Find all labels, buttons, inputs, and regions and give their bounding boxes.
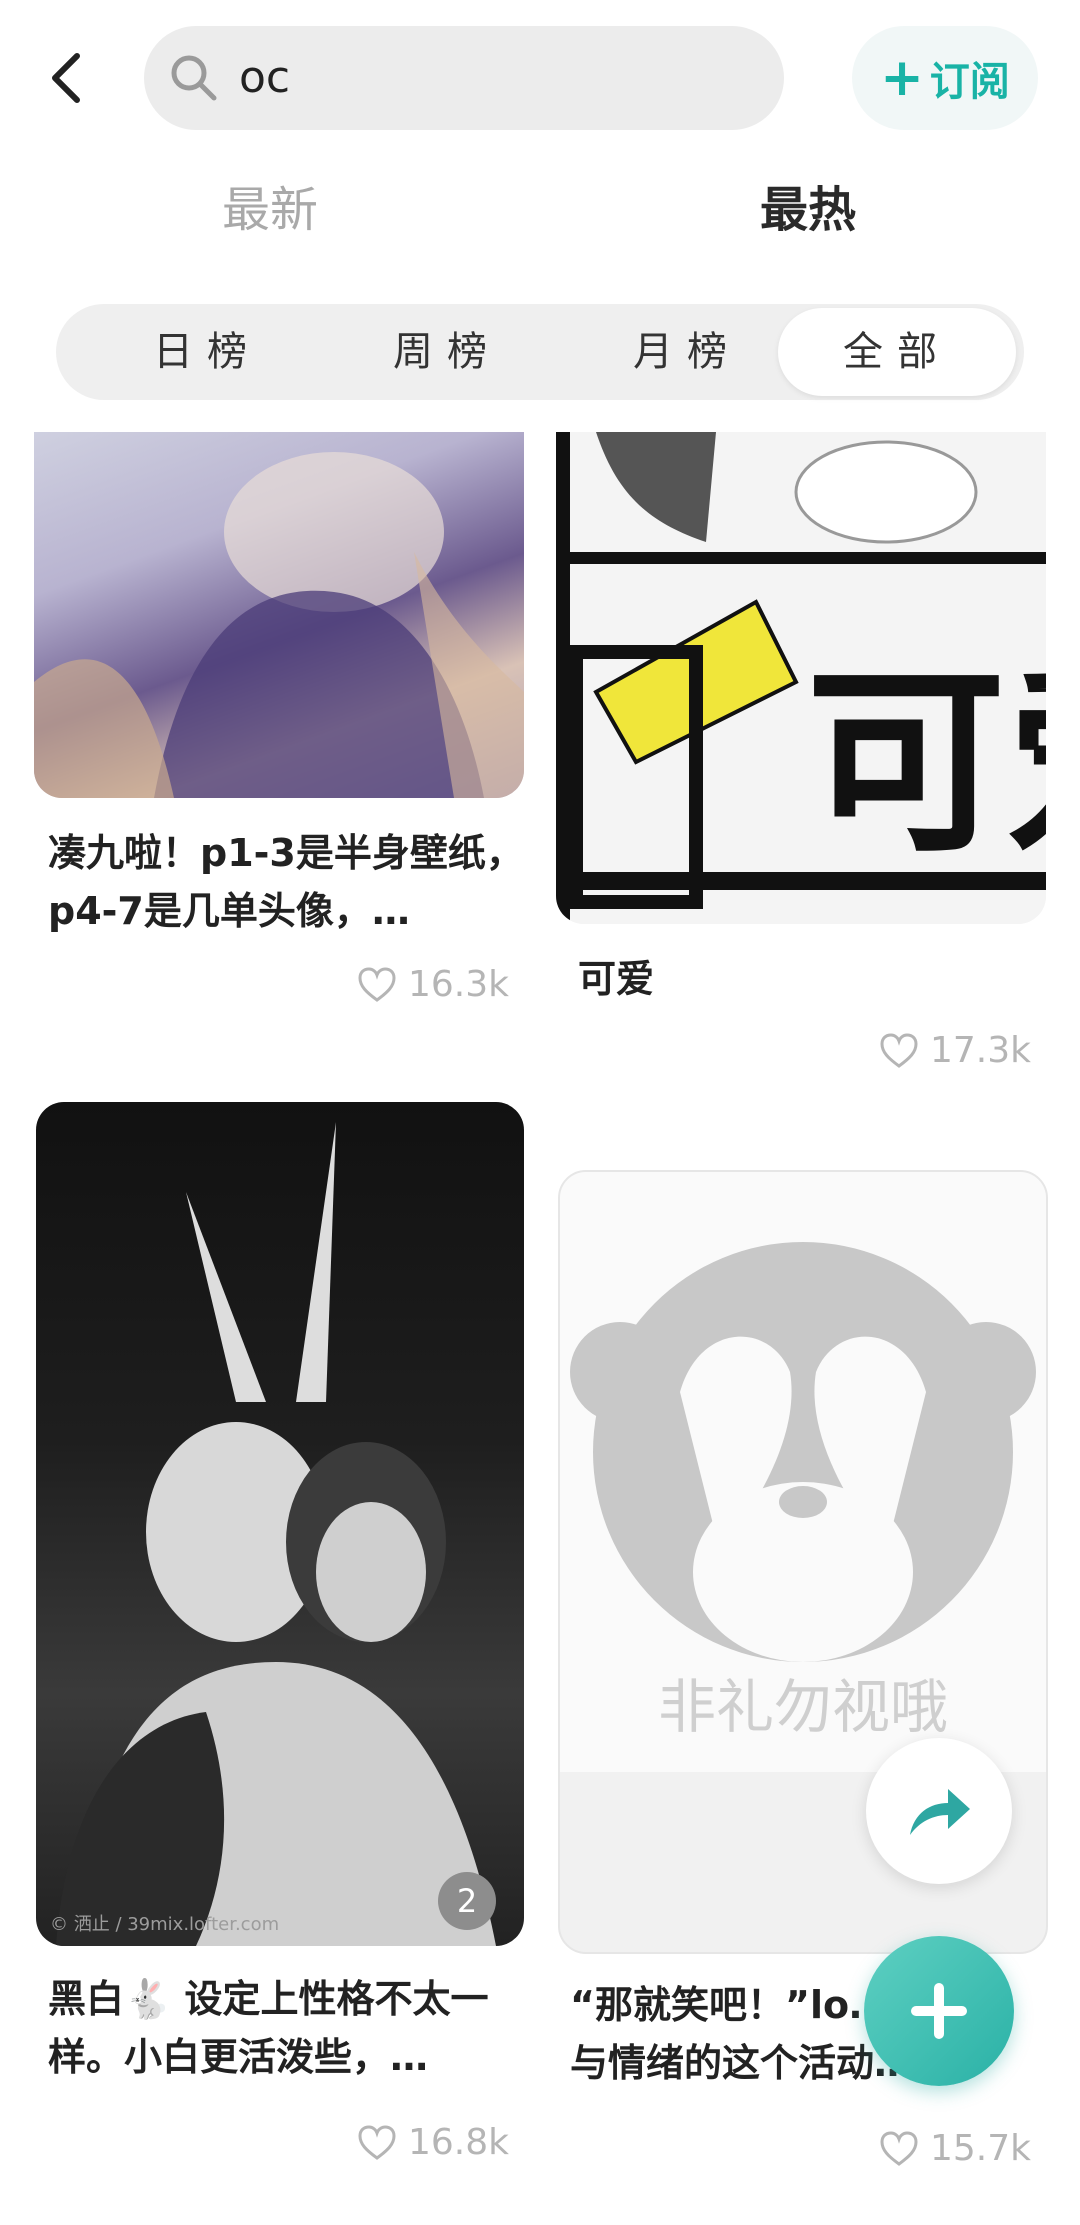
tab-latest[interactable]: 最新: [222, 180, 318, 240]
post-title[interactable]: 可爱: [578, 950, 1018, 1008]
post-image[interactable]: 可爱: [556, 432, 1046, 924]
subscribe-label: 订阅: [929, 59, 1010, 105]
like-count-value: 16.3k: [408, 964, 510, 1005]
subscribe-button[interactable]: + 订阅: [852, 26, 1038, 130]
ranking-monthly[interactable]: 月榜: [592, 304, 782, 400]
like-count[interactable]: 16.3k: [356, 964, 509, 1005]
tab-hot[interactable]: 最热: [760, 180, 856, 240]
post-image[interactable]: [34, 432, 524, 798]
like-count[interactable]: 16.8k: [356, 2122, 509, 2163]
like-count-value: 15.7k: [930, 2128, 1032, 2169]
ranking-weekly[interactable]: 周榜: [352, 304, 542, 400]
share-button[interactable]: [866, 1738, 1012, 1884]
image-count-badge: 2: [438, 1872, 496, 1930]
post-title[interactable]: 黑白🐇 设定上性格不太一样。小白更活泼些，…: [48, 1970, 528, 2086]
heart-icon: [358, 966, 396, 1002]
plus-icon: +: [880, 48, 924, 108]
share-arrow-icon: [910, 1789, 970, 1835]
watermark: © 洒止 / 39mix.lofter.com: [50, 1914, 280, 1935]
chevron-left-icon: [52, 53, 80, 103]
ranking-segmented-control: 日榜 周榜 月榜 全部: [56, 304, 1024, 400]
like-count[interactable]: 15.7k: [878, 2128, 1031, 2169]
illustration: [56, 1122, 496, 1946]
like-count-value: 16.8k: [408, 2122, 510, 2163]
like-count[interactable]: 17.3k: [878, 1030, 1031, 1071]
post-image[interactable]: © 洒止 / 39mix.lofter.com 2: [36, 1102, 524, 1946]
illustration: [34, 452, 524, 798]
search-query[interactable]: oc: [239, 51, 290, 105]
heart-icon: [880, 2130, 918, 2166]
ranking-daily[interactable]: 日榜: [112, 304, 302, 400]
post-title[interactable]: 凑九啦！p1-3是半身壁纸，p4-7是几单头像，…: [48, 824, 528, 940]
create-post-button[interactable]: [864, 1936, 1014, 2086]
image-text: 可爱: [806, 647, 1046, 880]
search-bar[interactable]: oc: [144, 26, 784, 130]
search-icon: [171, 55, 217, 101]
heart-icon: [358, 2124, 396, 2160]
heart-icon: [880, 1032, 918, 1068]
ranking-all[interactable]: 全部: [778, 308, 1016, 396]
back-button[interactable]: [36, 48, 96, 108]
manga-illustration: 可爱: [556, 432, 1046, 924]
plus-icon: [911, 1983, 967, 2039]
image-text: 非礼勿视哦: [658, 1673, 948, 1741]
like-count-value: 17.3k: [930, 1030, 1032, 1071]
